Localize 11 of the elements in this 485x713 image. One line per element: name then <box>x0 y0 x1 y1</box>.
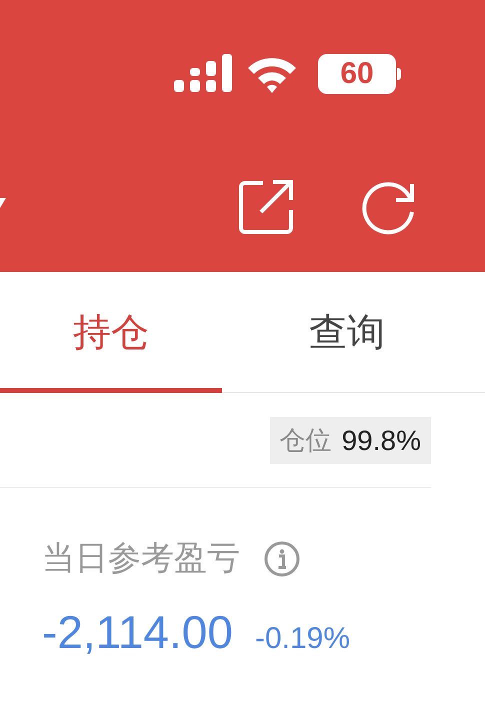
info-icon[interactable] <box>264 540 300 576</box>
signal-icon <box>174 54 232 94</box>
share-icon[interactable] <box>239 180 295 234</box>
tab[interactable]: 持仓 <box>0 272 222 393</box>
battery-level: 60 <box>340 57 374 91</box>
tab[interactable]: 查询 <box>222 272 472 393</box>
position-label: 仓位 <box>280 425 332 458</box>
pnl-label: 当日参考盈亏 <box>42 537 240 579</box>
pnl-percent: -0.19% <box>254 622 350 656</box>
position-value: 99.8% <box>342 424 421 456</box>
pnl-value: -2,114.00 <box>42 605 233 659</box>
